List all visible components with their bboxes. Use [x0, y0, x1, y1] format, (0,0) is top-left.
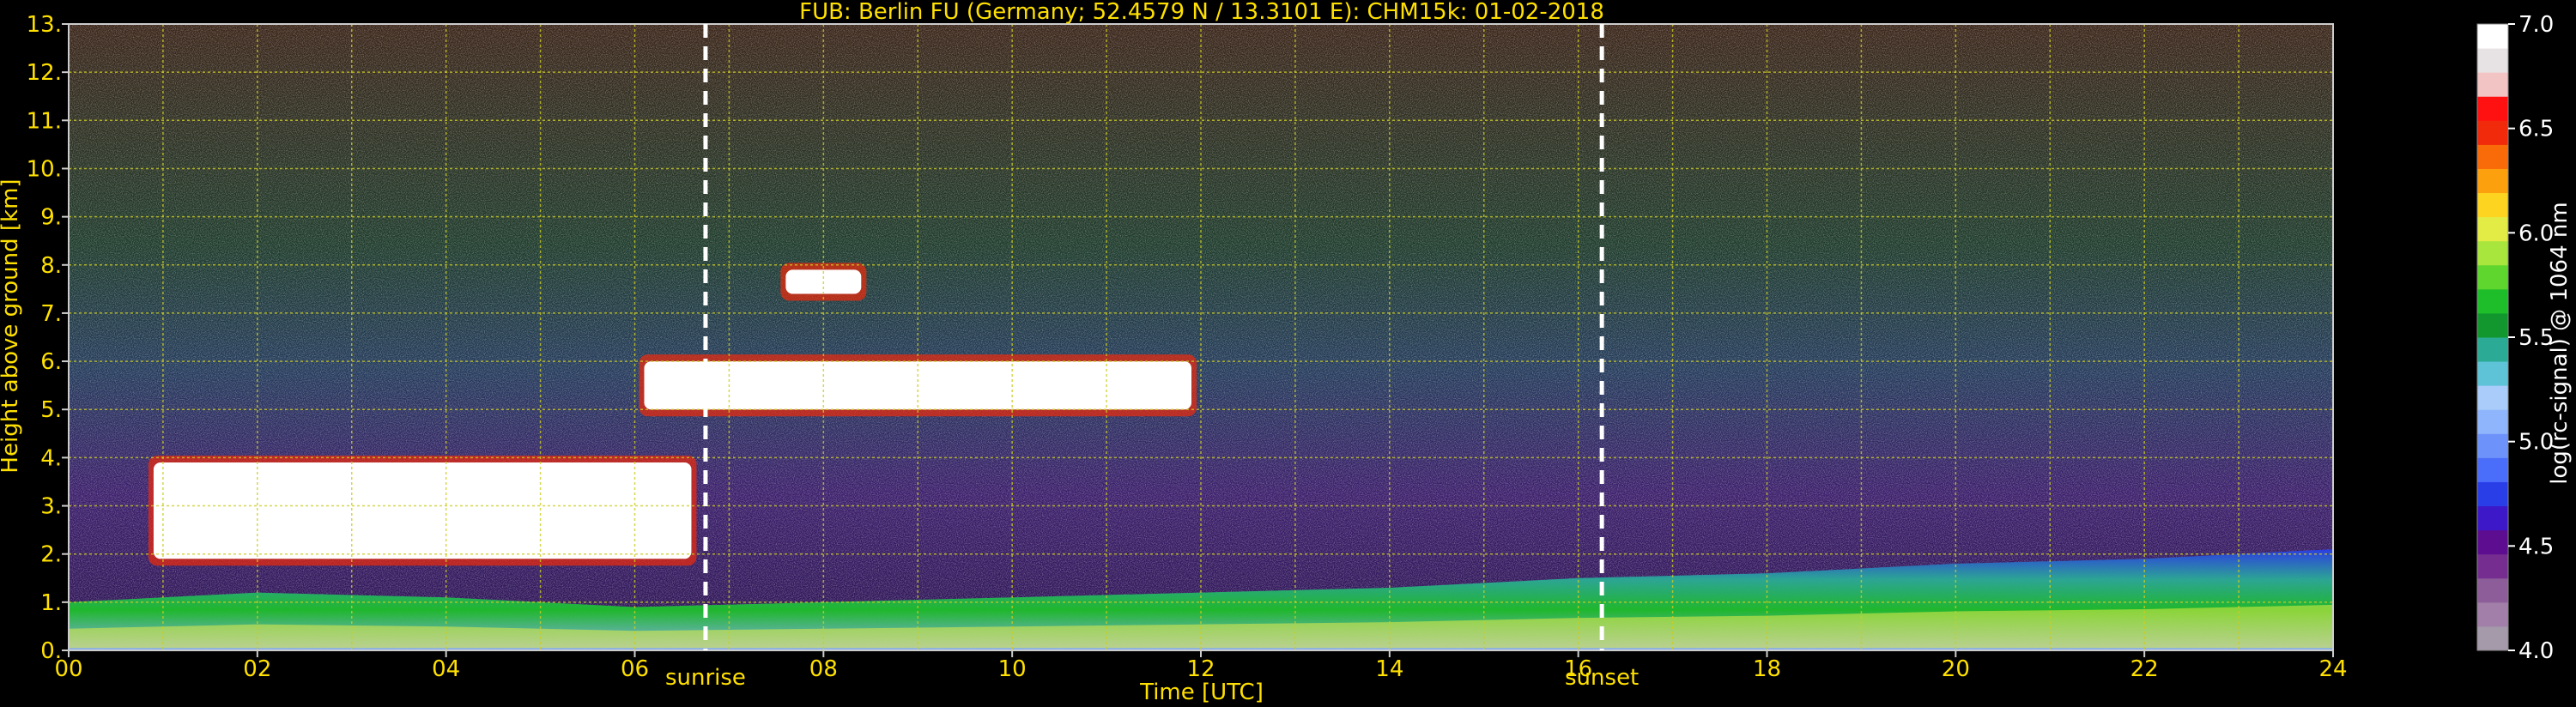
- colorbar-segment: [2477, 144, 2508, 169]
- x-tick-label: 22: [2131, 656, 2159, 682]
- x-tick-label: 02: [243, 656, 271, 682]
- x-tick-label: 24: [2318, 656, 2347, 682]
- y-tick-label: 6.: [40, 349, 62, 375]
- x-tick-label: 20: [1942, 656, 1970, 682]
- colorbar-segment: [2477, 385, 2508, 410]
- y-tick-label: 13.: [27, 12, 62, 38]
- colorbar-segment: [2477, 601, 2508, 627]
- y-tick-label: 9.: [40, 205, 62, 231]
- colorbar-segment: [2477, 216, 2508, 242]
- colorbar-segment: [2477, 625, 2508, 651]
- y-tick-label: 4.: [40, 445, 62, 471]
- y-tick-label: 5.: [40, 397, 62, 423]
- colorbar-segment: [2477, 48, 2508, 73]
- colorbar-label: log(rc-signal) @ 1064 nm: [2547, 202, 2573, 484]
- y-tick-label: 1.: [40, 590, 62, 616]
- x-tick-label: 16: [1564, 656, 1592, 682]
- x-tick-label: 10: [998, 656, 1027, 682]
- y-tick-labels: 0. 1. 2. 3. 4. 5. 6. 7. 8. 9. 10. 11. 12. 13.: [27, 12, 69, 664]
- x-tick-label: 18: [1753, 656, 1781, 682]
- y-tick-label: 3.: [40, 494, 62, 520]
- y-tick-label: 12.: [27, 60, 62, 86]
- colorbar-segment: [2477, 337, 2508, 362]
- ceilometer-chart: sunrise sunset 00 02 04 06 08 10 12 14 16 18 20 22 24…: [0, 0, 2573, 705]
- colorbar-segment: [2477, 577, 2508, 603]
- y-axis-label: Height above ground [km]: [0, 178, 23, 473]
- x-tick-label: 06: [621, 656, 649, 682]
- colorbar-tick-label: 4.5: [2518, 534, 2554, 559]
- x-tick-label: 04: [432, 656, 460, 682]
- colorbar-segment: [2477, 553, 2508, 579]
- x-tick-label: 12: [1186, 656, 1215, 682]
- cloud-layer-1: [153, 462, 692, 559]
- colorbar-segment: [2477, 529, 2508, 555]
- colorbar-tick-label: 4.0: [2518, 638, 2554, 664]
- y-tick-label: 7.: [40, 301, 62, 327]
- colorbar-segment: [2477, 505, 2508, 531]
- colorbar-segment: [2477, 409, 2508, 434]
- colorbar: 4.04.55.05.56.06.57.0: [2476, 12, 2554, 664]
- colorbar-segment: [2477, 361, 2508, 386]
- colorbar-segment: [2477, 264, 2508, 290]
- x-axis-label: Time [UTC]: [1139, 680, 1264, 705]
- y-tick-label: 0.: [40, 638, 62, 664]
- colorbar-tick-label: 7.0: [2518, 12, 2554, 38]
- y-tick-label: 8.: [40, 253, 62, 279]
- colorbar-segment: [2477, 72, 2508, 97]
- chart-title: FUB: Berlin FU (Germany; 52.4579 N / 13.…: [799, 0, 1604, 25]
- colorbar-segment: [2477, 457, 2508, 482]
- y-tick-label: 11.: [27, 108, 62, 134]
- colorbar-segment: [2477, 192, 2508, 218]
- colorbar-segment: [2477, 120, 2508, 145]
- colorbar-segment: [2477, 96, 2508, 121]
- colorbar-segment: [2477, 433, 2508, 458]
- colorbar-segment: [2477, 288, 2508, 314]
- colorbar-segment: [2477, 481, 2508, 507]
- colorbar-segment: [2477, 240, 2508, 266]
- y-tick-label: 10.: [27, 156, 62, 182]
- x-tick-label: 14: [1375, 656, 1403, 682]
- colorbar-segment: [2477, 168, 2508, 194]
- x-tick-labels: 00 02 04 06 08 10 12 14 16 18 20 22 24: [54, 650, 2348, 682]
- colorbar-tick-label: 6.5: [2518, 117, 2554, 142]
- y-tick-label: 2.: [40, 542, 62, 568]
- colorbar-segment: [2477, 312, 2508, 338]
- x-tick-label: 08: [809, 656, 838, 682]
- annotation-label: sunrise: [665, 665, 746, 691]
- colorbar-segment: [2477, 24, 2508, 49]
